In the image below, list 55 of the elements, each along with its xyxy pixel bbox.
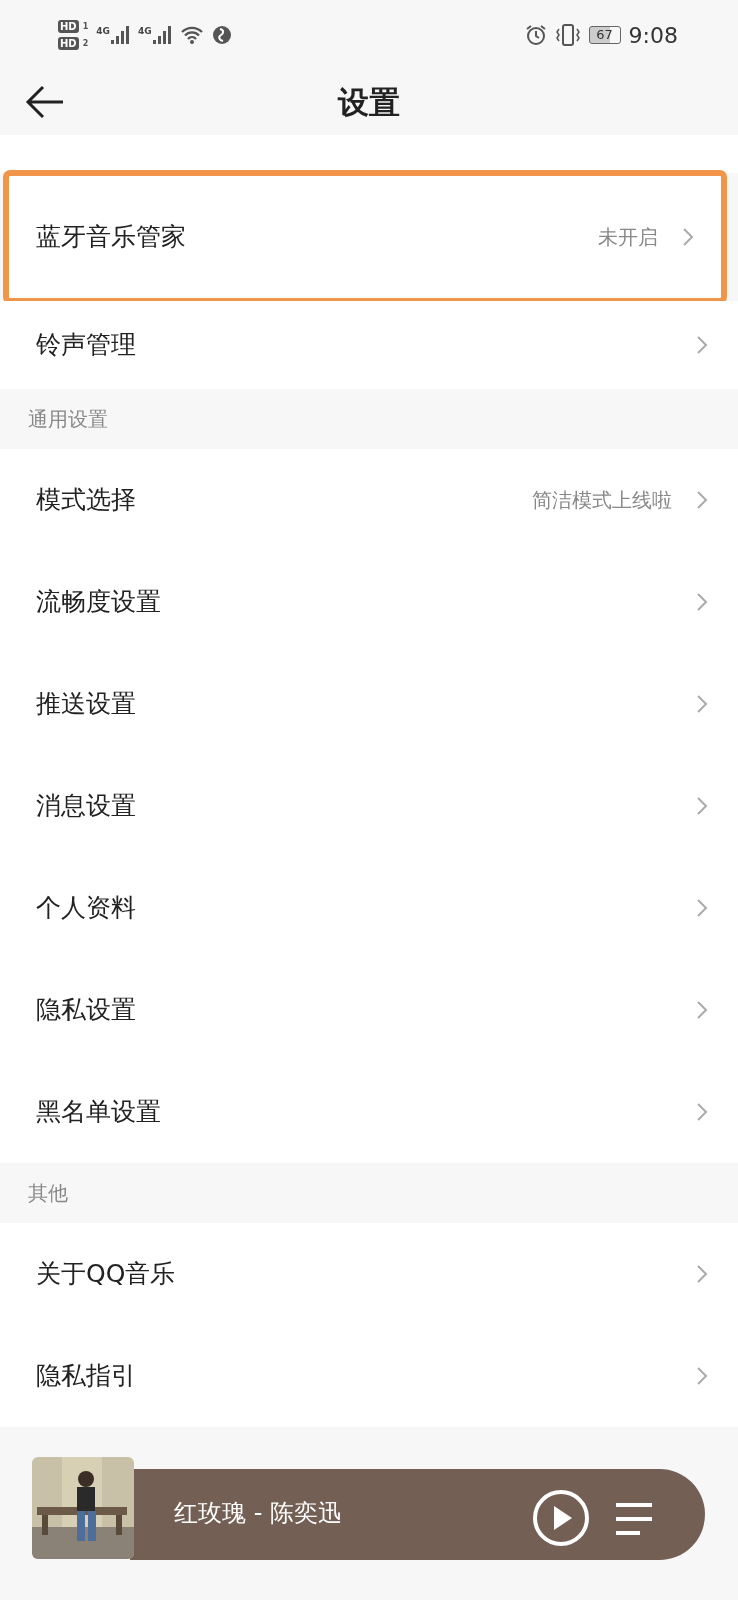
row-label: 流畅度设置	[36, 586, 161, 619]
page-title: 设置	[338, 83, 400, 123]
globe-icon	[211, 25, 232, 45]
hd-badge: HD	[58, 20, 79, 33]
row-label: 模式选择	[36, 484, 136, 517]
settings-row[interactable]: 模式选择 简洁模式上线啦	[0, 449, 738, 551]
chevron-icon	[696, 1366, 708, 1386]
row-value: 简洁模式上线啦	[532, 487, 672, 514]
row-label: 黑名单设置	[36, 1096, 161, 1129]
row-label: 消息设置	[36, 790, 136, 823]
row-label: 铃声管理	[36, 329, 136, 362]
row-label: 个人资料	[36, 892, 136, 925]
settings-row[interactable]: 关于QQ音乐	[0, 1223, 738, 1325]
row-label: 隐私设置	[36, 994, 136, 1027]
back-icon[interactable]	[25, 85, 65, 119]
row-label: 蓝牙音乐管家	[36, 221, 186, 254]
settings-row[interactable]: 蓝牙音乐管家 未开启	[6, 173, 724, 301]
chevron-icon	[682, 227, 694, 247]
network-type-label: 4G	[137, 25, 152, 38]
chevron-icon	[696, 898, 708, 918]
sim-slot-label: 2	[82, 37, 89, 50]
settings-row[interactable]: 个人资料	[0, 857, 738, 959]
chevron-icon	[696, 694, 708, 714]
chevron-icon	[696, 1000, 708, 1020]
signal-icon	[151, 25, 172, 45]
row-label: 隐私指引	[36, 1360, 136, 1393]
time-label: 9:08	[628, 21, 678, 50]
chevron-icon	[696, 796, 708, 816]
row-label: 关于QQ音乐	[36, 1258, 176, 1291]
settings-row[interactable]: 推送设置	[0, 653, 738, 755]
hd-badge: HD	[58, 37, 79, 50]
chevron-icon	[696, 490, 708, 510]
battery-icon: 67	[588, 26, 621, 44]
settings-row[interactable]: 流畅度设置	[0, 551, 738, 653]
settings-row[interactable]: 黑名单设置	[0, 1061, 738, 1163]
row-label: 推送设置	[36, 688, 136, 721]
settings-row[interactable]: 隐私设置	[0, 959, 738, 1061]
wifi-icon	[179, 25, 204, 45]
section-header: 通用设置	[28, 406, 108, 433]
row-value: 未开启	[598, 224, 658, 251]
chevron-icon	[696, 1102, 708, 1122]
section-header: 其他	[28, 1180, 68, 1207]
alarm-icon	[524, 24, 547, 46]
chevron-icon	[696, 335, 708, 355]
sim-slot-label: 1	[82, 20, 89, 33]
play-icon[interactable]	[532, 1489, 590, 1547]
settings-row[interactable]: 隐私指引	[0, 1325, 738, 1427]
chevron-icon	[696, 592, 708, 612]
settings-row[interactable]: 消息设置	[0, 755, 738, 857]
vibrate-icon	[554, 24, 581, 46]
settings-row[interactable]: 铃声管理	[0, 301, 738, 389]
song-title: 红玫瑰 - 陈奕迅	[174, 1498, 342, 1529]
chevron-icon	[696, 1264, 708, 1284]
signal-icon	[109, 25, 130, 45]
network-type-label: 4G	[96, 25, 110, 38]
